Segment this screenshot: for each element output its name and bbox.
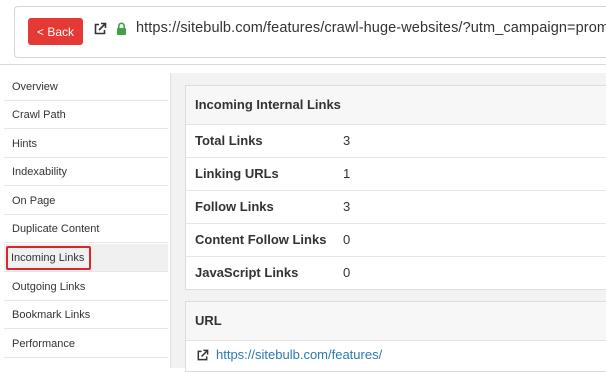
address-bar: < Back https://sitebulb.com/features/cra… — [0, 0, 606, 65]
row-value: 0 — [343, 232, 351, 247]
row-value: 1 — [343, 166, 351, 181]
sidebar-item-bookmark-links[interactable]: Bookmark Links — [4, 301, 168, 329]
sidebar-item-crawl-path[interactable]: Crawl Path — [4, 101, 168, 129]
sidebar: Overview Crawl Path Hints Indexability O… — [0, 73, 171, 368]
row-value: 3 — [343, 199, 351, 214]
row-label: Content Follow Links — [195, 232, 327, 247]
sidebar-item-label: Indexability — [12, 166, 68, 178]
sidebar-item-label: Bookmark Links — [12, 309, 91, 321]
sidebar-item-label: Overview — [12, 81, 58, 93]
sidebar-item-overview[interactable]: Overview — [4, 73, 168, 101]
row-value: 0 — [343, 265, 351, 280]
table-row: Total Links 3 — [186, 125, 606, 158]
sidebar-item-label: Outgoing Links — [12, 281, 86, 293]
panel-title: Incoming Internal Links — [186, 86, 606, 125]
row-label: Linking URLs — [195, 166, 279, 181]
external-link-icon[interactable] — [93, 22, 107, 36]
sidebar-item-label: Crawl Path — [12, 109, 66, 121]
sidebar-item-performance[interactable]: Performance — [4, 330, 168, 358]
sidebar-item-label: On Page — [12, 195, 56, 207]
row-label: JavaScript Links — [195, 265, 299, 280]
external-link-icon[interactable] — [196, 349, 209, 362]
url-text[interactable]: https://sitebulb.com/features/crawl-huge… — [136, 20, 606, 36]
sidebar-item-indexability[interactable]: Indexability — [4, 158, 168, 186]
url-panel: URL https://sitebulb.com/features/ — [185, 301, 606, 372]
back-button[interactable]: < Back — [28, 18, 83, 45]
sidebar-item-duplicate-content[interactable]: Duplicate Content — [4, 215, 168, 243]
sidebar-item-label: Hints — [12, 138, 38, 150]
sidebar-item-incoming-links[interactable]: Incoming Links — [4, 244, 168, 272]
sidebar-item-outgoing-links[interactable]: Outgoing Links — [4, 273, 168, 301]
back-button-label: < Back — [36, 24, 75, 39]
row-label: Total Links — [195, 133, 263, 148]
sidebar-item-hints[interactable]: Hints — [4, 130, 168, 158]
sidebar-item-label: Duplicate Content — [12, 223, 100, 235]
sidebar-item-on-page[interactable]: On Page — [4, 187, 168, 215]
table-row: Linking URLs 1 — [186, 158, 606, 191]
table-row: Content Follow Links 0 — [186, 224, 606, 257]
panel-title: URL — [186, 302, 606, 341]
sidebar-item-label: Performance — [12, 338, 75, 350]
incoming-internal-links-panel: Incoming Internal Links Total Links 3 Li… — [185, 85, 606, 290]
sidebar-item-label: Incoming Links — [6, 246, 92, 270]
table-row: Follow Links 3 — [186, 191, 606, 224]
url-row: https://sitebulb.com/features/ — [186, 341, 606, 371]
url-link[interactable]: https://sitebulb.com/features/ — [216, 341, 382, 369]
table-row: JavaScript Links 0 — [186, 257, 606, 289]
row-label: Follow Links — [195, 199, 274, 214]
main-content: Incoming Internal Links Total Links 3 Li… — [171, 73, 606, 372]
lock-icon — [117, 22, 126, 35]
row-value: 3 — [343, 133, 351, 148]
